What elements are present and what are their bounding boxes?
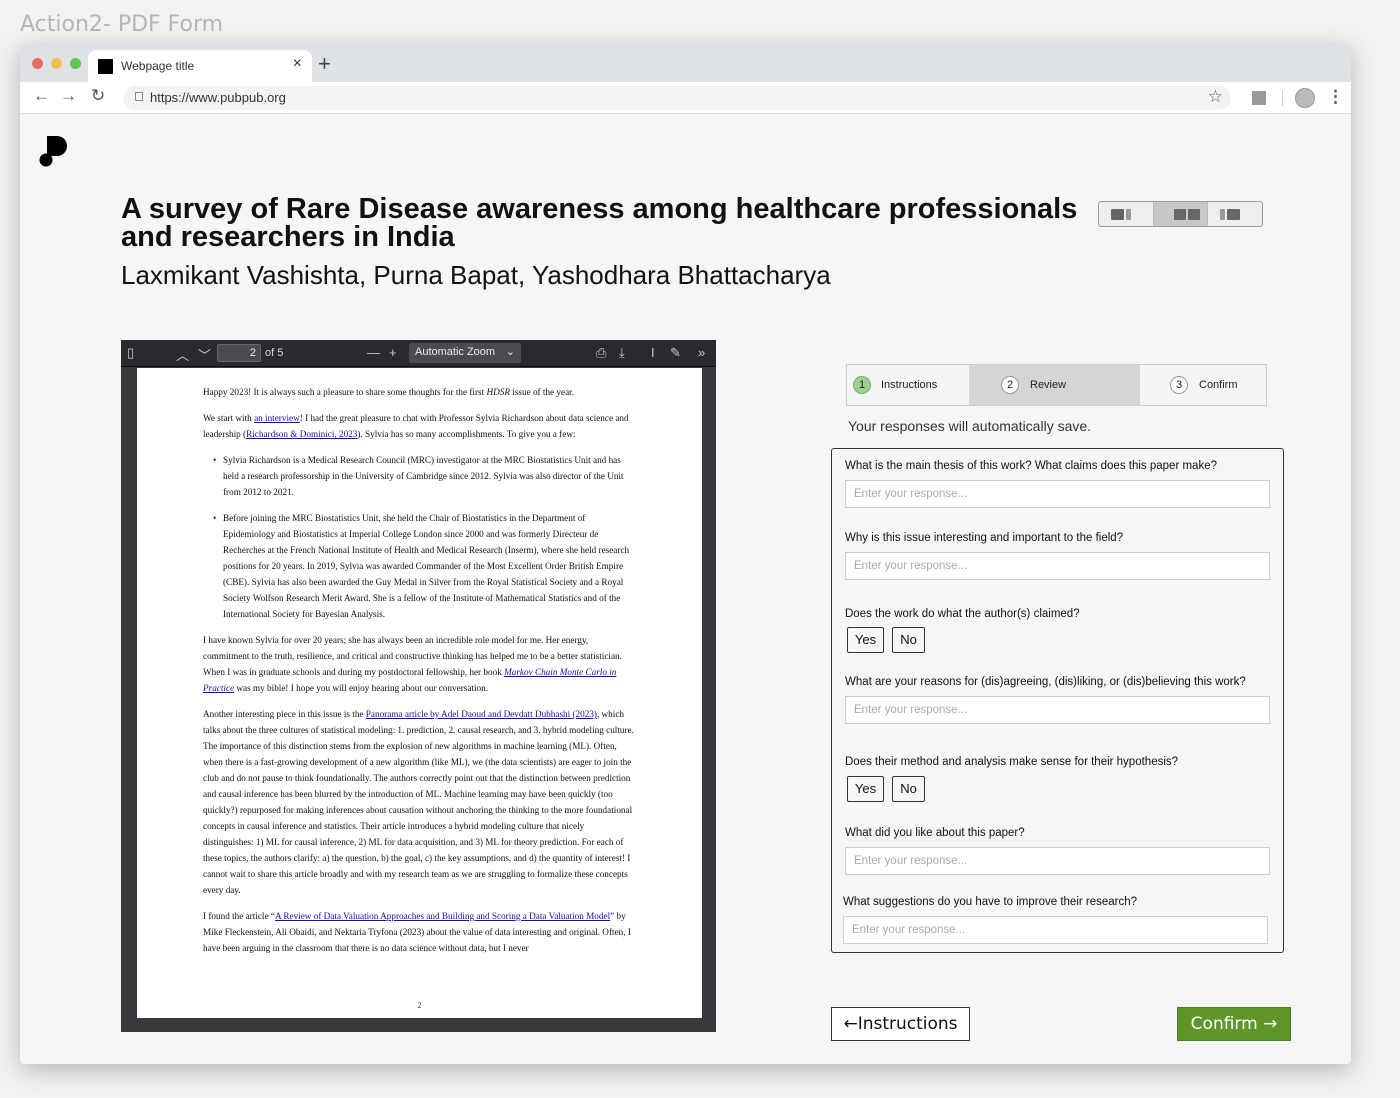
pdf-paragraph: Happy 2023! It is always such a pleasure… (203, 387, 575, 397)
url-input[interactable]: https://www.pubpub.org ☆ (123, 86, 1231, 110)
address-bar: ← → ↻ https://www.pubpub.org ☆ ⋮ (20, 82, 1351, 114)
response-input[interactable]: Enter your response... (845, 696, 1270, 724)
forward-icon[interactable]: → (60, 86, 77, 106)
pdf-link[interactable]: Panorama article by Adel Daoud and Devda… (366, 709, 597, 719)
step-review[interactable]: 2 Review (969, 365, 1140, 405)
extension-icon[interactable] (1252, 91, 1266, 105)
pdf-link[interactable]: A Review of Data Valuation Approaches an… (275, 911, 610, 921)
question-label: What did you like about this paper? (845, 827, 1025, 839)
browser-tab[interactable]: Webpage title × (88, 50, 312, 82)
more-tools-icon[interactable]: » (698, 345, 705, 360)
page-number-input[interactable]: 2 (217, 344, 261, 362)
chevron-down-icon: ⌄ (505, 346, 515, 358)
question-label: Why is this issue interesting and import… (845, 532, 1124, 544)
lock-icon (135, 92, 143, 101)
autosave-notice: Your responses will automatically save. (848, 418, 1092, 434)
response-input[interactable]: Enter your response... (843, 916, 1268, 944)
print-icon[interactable]: ⎙ (596, 345, 606, 361)
download-icon[interactable]: ⤓ (619, 345, 625, 361)
yes-button[interactable]: Yes (847, 627, 884, 653)
step-number: 1 (853, 376, 871, 394)
no-button[interactable]: No (892, 627, 925, 653)
back-to-instructions-button[interactable]: ←Instructions (831, 1007, 970, 1041)
close-window-button[interactable] (32, 58, 43, 69)
pdf-paragraph: We start with an interview! I had the gr… (203, 413, 629, 439)
browser-menu-icon[interactable]: ⋮ (1327, 87, 1344, 107)
sidebar-toggle-icon[interactable]: ▯ (127, 345, 134, 361)
url-text: https://www.pubpub.org (150, 90, 286, 105)
tab-title: Webpage title (121, 59, 195, 73)
zoom-in-icon[interactable]: + (389, 345, 397, 360)
close-tab-icon[interactable]: × (293, 55, 302, 73)
layout-toggle (1098, 201, 1263, 227)
step-number: 2 (1001, 376, 1019, 394)
pdf-bullet: Sylvia Richardson is a Medical Research … (213, 452, 636, 500)
pdf-link[interactable]: an interview (254, 413, 300, 423)
review-form: What is the main thesis of this work? Wh… (831, 448, 1284, 953)
question-label: Does their method and analysis make sens… (845, 756, 1179, 768)
step-number: 3 (1170, 376, 1188, 394)
pdf-bullet-list: Sylvia Richardson is a Medical Research … (213, 452, 636, 622)
response-input[interactable]: Enter your response... (845, 552, 1270, 580)
article-authors: Laxmikant Vashishta, Purna Bapat, Yashod… (121, 260, 831, 290)
next-page-icon[interactable]: ﹀ (198, 345, 211, 364)
layout-left-button[interactable] (1099, 202, 1154, 226)
favicon-icon (98, 59, 113, 74)
browser-window: Webpage title × + ← → ↻ https://www.pubp… (20, 44, 1351, 1064)
layout-right-button[interactable] (1208, 202, 1262, 226)
back-icon[interactable]: ← (33, 86, 50, 106)
pdf-viewer: ▯ ︿ ﹀ 2 of 5 — + Automatic Zoom ⌄ ⎙ ⤓ I … (121, 340, 716, 1032)
pdf-page-number: 2 (417, 1001, 422, 1010)
confirm-button[interactable]: Confirm → (1177, 1007, 1291, 1041)
new-tab-button[interactable]: + (318, 51, 331, 77)
pdf-toolbar: ▯ ︿ ﹀ 2 of 5 — + Automatic Zoom ⌄ ⎙ ⤓ I … (121, 340, 716, 367)
window-controls (32, 58, 81, 69)
question-label: What are your reasons for (dis)agreeing,… (845, 676, 1246, 688)
yes-button[interactable]: Yes (847, 776, 884, 802)
reload-icon[interactable]: ↻ (91, 86, 105, 106)
step-confirm[interactable]: 3 Confirm (1140, 365, 1266, 405)
minimize-window-button[interactable] (51, 58, 62, 69)
tab-bar: Webpage title × + (20, 44, 1351, 82)
pubpub-logo[interactable] (39, 134, 69, 168)
question-label: Does the work do what the author(s) clai… (845, 608, 1080, 620)
question-label: What suggestions do you have to improve … (843, 896, 1138, 908)
no-button[interactable]: No (892, 776, 925, 802)
question-label: What is the main thesis of this work? Wh… (845, 460, 1217, 472)
pdf-paragraph: I have known Sylvia for over 20 years; s… (203, 635, 622, 693)
review-stepper: 1 Instructions 2 Review 3 Confirm (846, 364, 1267, 406)
zoom-out-icon[interactable]: — (367, 345, 380, 360)
toolbar-divider (1282, 90, 1283, 106)
pdf-page: Happy 2023! It is always such a pleasure… (137, 368, 702, 1018)
step-label: Review (1030, 379, 1067, 391)
maximize-window-button[interactable] (70, 58, 81, 69)
draw-icon[interactable]: ✎ (670, 345, 681, 361)
step-label: Instructions (881, 379, 938, 391)
response-input[interactable]: Enter your response... (845, 480, 1270, 508)
frame-title: Action2- PDF Form (20, 12, 224, 37)
response-input[interactable]: Enter your response... (845, 847, 1270, 875)
pdf-bullet: Before joining the MRC Biostatistics Uni… (213, 510, 636, 622)
article-title: A survey of Rare Disease awareness among… (121, 193, 1078, 253)
page-count: of 5 (265, 347, 284, 359)
pdf-link[interactable]: Richardson & Dominici, 2023 (246, 429, 357, 439)
step-label: Confirm (1199, 379, 1238, 391)
text-select-icon[interactable]: I (651, 345, 655, 360)
zoom-select[interactable]: Automatic Zoom ⌄ (409, 343, 521, 363)
layout-split-button[interactable] (1153, 202, 1209, 226)
pdf-paragraph: I found the article “A Review of Data Va… (203, 911, 631, 953)
bookmark-star-icon[interactable]: ☆ (1208, 87, 1223, 107)
zoom-select-value: Automatic Zoom (415, 346, 496, 358)
previous-page-icon[interactable]: ︿ (176, 345, 189, 364)
profile-avatar[interactable] (1295, 88, 1315, 108)
pdf-paragraph: Another interesting piece in this issue … (203, 709, 634, 895)
step-instructions[interactable]: 1 Instructions (847, 365, 969, 405)
